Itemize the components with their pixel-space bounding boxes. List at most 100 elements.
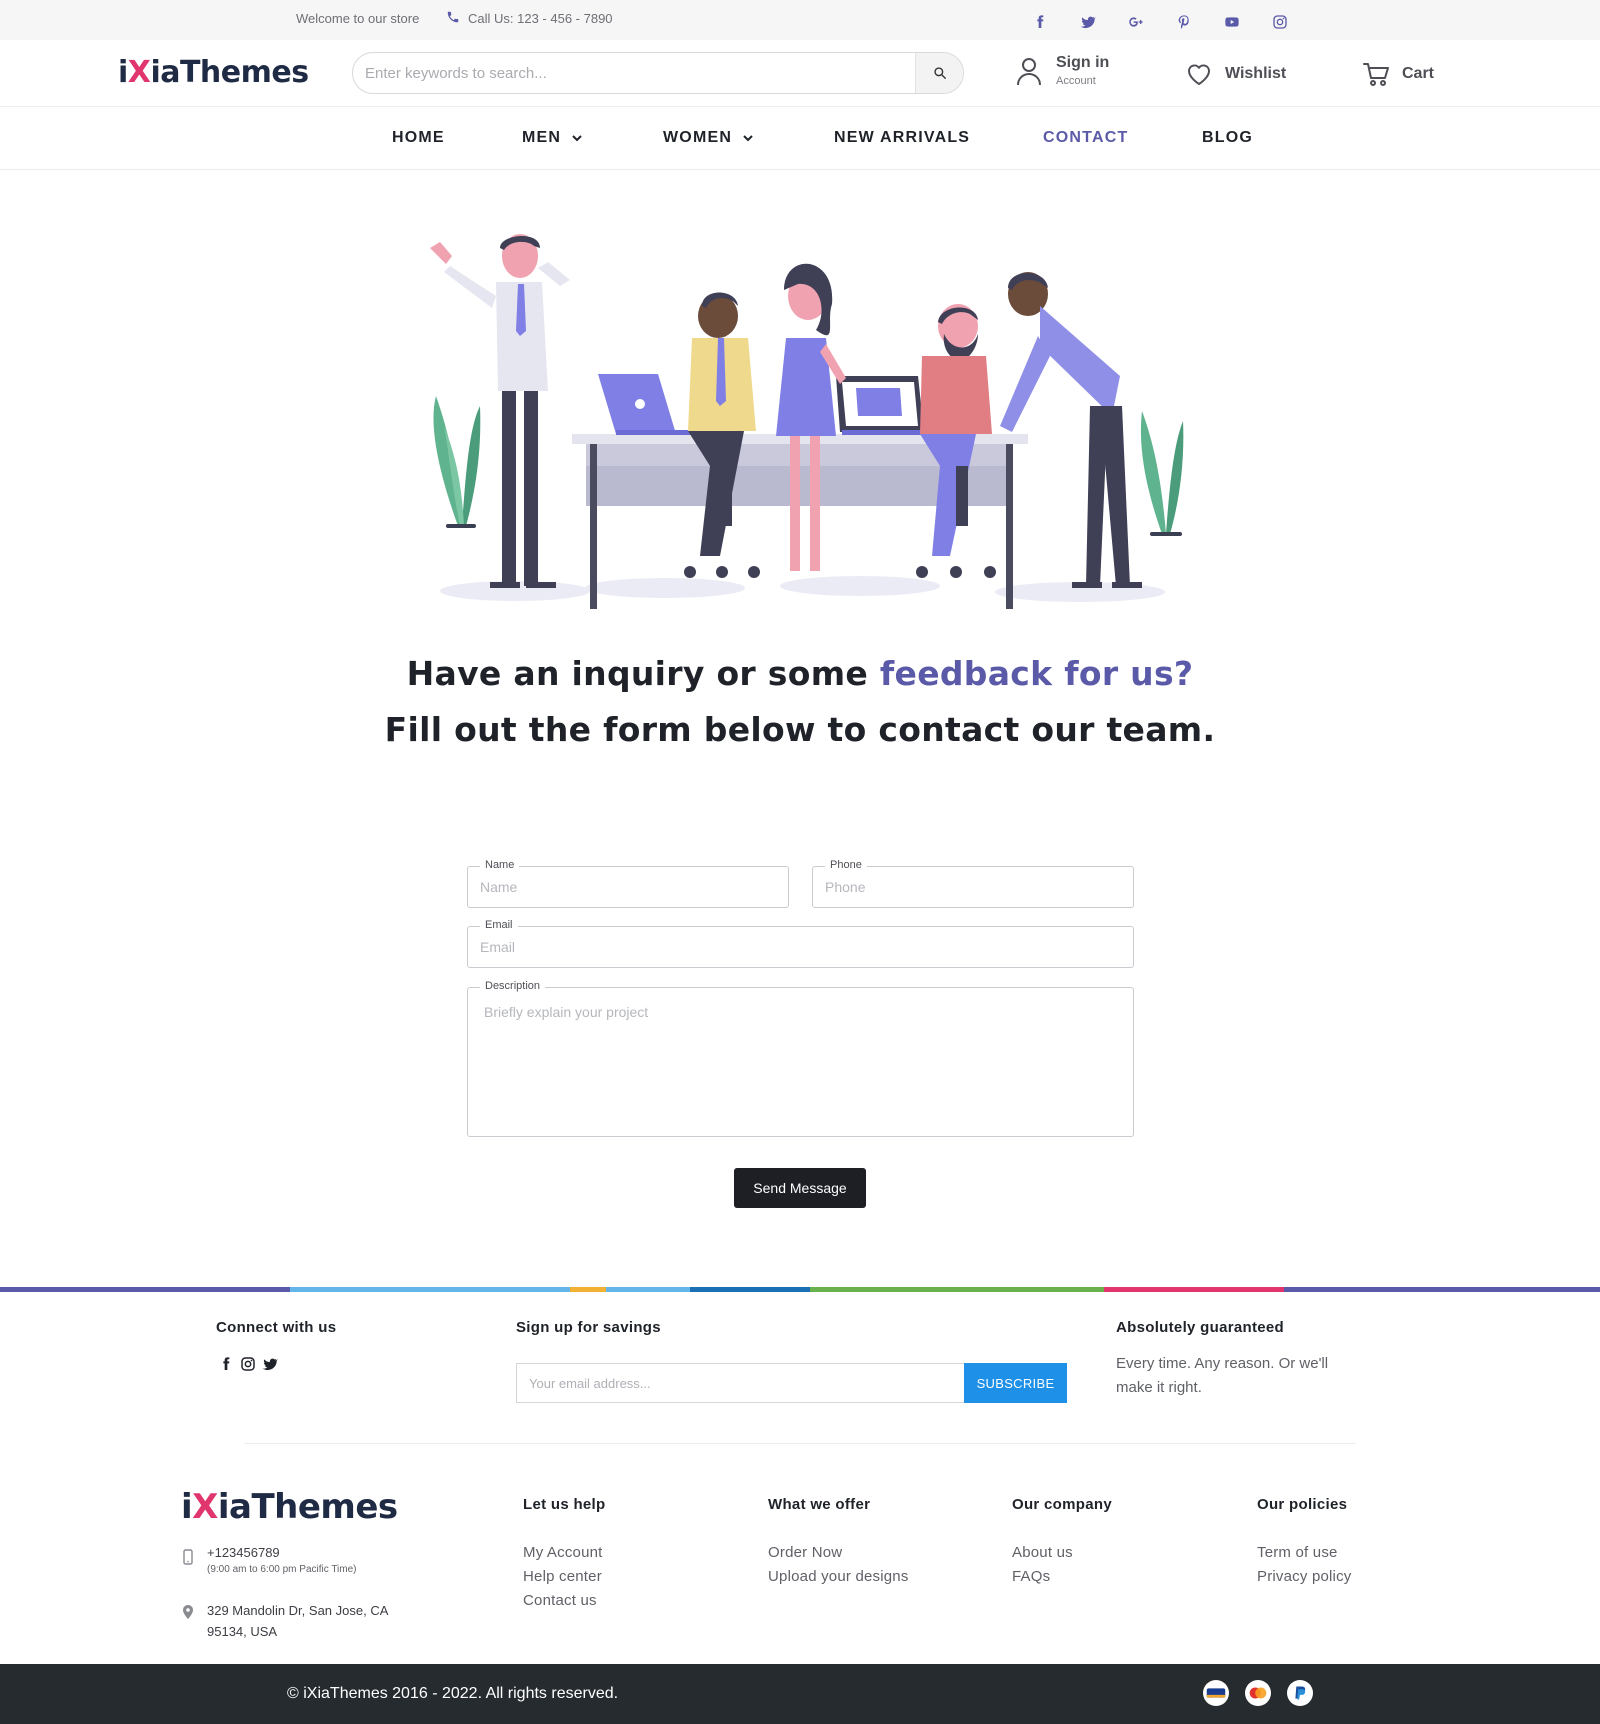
cart-icon: [1363, 63, 1389, 86]
chevron-down-icon: [743, 135, 753, 142]
user-icon: [1017, 57, 1041, 85]
nav-label: CONTACT: [1043, 129, 1129, 146]
phone-number: +123456789: [207, 1545, 280, 1560]
hero-line-1: Have an inquiry or some feedback for us?: [0, 654, 1600, 693]
heart-icon: [1187, 64, 1211, 85]
guarantee-text: Every time. Any reason. Or we'll make it…: [1116, 1355, 1329, 1396]
bottom-bar: © iXiaThemes 2016 - 2022. All rights res…: [0, 1664, 1600, 1724]
send-message-button[interactable]: Send Message: [734, 1168, 866, 1208]
business-hours: (9:00 am to 6:00 pm Pacific Time): [207, 1564, 357, 1575]
name-field: Name: [467, 859, 789, 908]
header: iXiaThemes Sign in Account Wishlist Cart: [0, 40, 1600, 106]
footer-social-links: [218, 1356, 278, 1377]
google-plus-icon[interactable]: [1126, 12, 1146, 32]
logo-x: X: [127, 55, 151, 90]
paypal-icon: [1287, 1680, 1313, 1706]
cart-button[interactable]: Cart: [1362, 60, 1434, 88]
welcome-text: Welcome to our store: [296, 11, 420, 26]
email-input[interactable]: [468, 927, 1133, 967]
footer-col-heading: What we offer: [768, 1496, 871, 1513]
nav-item-contact[interactable]: CONTACT: [1043, 129, 1128, 147]
footer-color-bar: [0, 1287, 1600, 1292]
hero-line-1-text: Have an inquiry or some: [406, 654, 880, 693]
connect-heading: Connect with us: [216, 1319, 337, 1336]
footer-link-order-now[interactable]: Order Now: [768, 1541, 909, 1565]
name-label: Name: [480, 859, 520, 871]
instagram-icon[interactable]: [240, 1356, 256, 1377]
nav-item-blog[interactable]: BLOG: [1202, 129, 1253, 147]
cart-label: Cart: [1402, 65, 1435, 82]
search-bar: [352, 52, 964, 94]
account-label: Account: [1056, 75, 1096, 87]
top-bar: Welcome to our store Call Us: 123 - 456 …: [0, 0, 1600, 40]
phone-icon: [446, 10, 460, 27]
instagram-icon[interactable]: [1270, 12, 1290, 32]
youtube-icon[interactable]: [1222, 12, 1242, 32]
facebook-icon[interactable]: [218, 1356, 234, 1377]
phone-input[interactable]: [813, 867, 1133, 907]
address-line-2: 95134, USA: [207, 1624, 278, 1639]
description-label: Description: [480, 980, 546, 992]
twitter-icon[interactable]: [1078, 12, 1098, 32]
footer-divider: [244, 1443, 1356, 1444]
footer-col-company: Our company About us FAQs: [1012, 1496, 1112, 1589]
facebook-icon[interactable]: [1030, 12, 1050, 32]
hero-line-1-accent: feedback for us?: [879, 654, 1194, 693]
phone-field: Phone: [812, 859, 1134, 908]
footer-link-help-center[interactable]: Help center: [523, 1565, 605, 1589]
hero-line-2: Fill out the form below to contact our t…: [384, 710, 1216, 749]
nav-label: WOMEN: [663, 129, 733, 146]
search-input[interactable]: [353, 53, 915, 93]
nav-label: BLOG: [1202, 129, 1254, 146]
newsletter-email-input[interactable]: [516, 1363, 964, 1403]
nav-item-new-arrivals[interactable]: NEW ARRIVALS: [834, 129, 970, 147]
wishlist-label: Wishlist: [1225, 65, 1287, 82]
logo-rest: iaThemes: [217, 1487, 398, 1527]
phone-label: Phone: [825, 859, 867, 871]
signup-heading: Sign up for savings: [516, 1319, 661, 1336]
footer-col-heading: Let us help: [523, 1496, 606, 1513]
nav-item-home[interactable]: HOME: [392, 129, 445, 147]
twitter-icon[interactable]: [262, 1356, 278, 1377]
search-button[interactable]: [915, 53, 963, 93]
nav-item-men[interactable]: MEN: [522, 129, 583, 147]
footer-col-policies: Our policies Term of use Privacy policy: [1257, 1496, 1352, 1589]
footer-link-terms[interactable]: Term of use: [1257, 1541, 1352, 1565]
logo[interactable]: iXiaThemes: [118, 55, 309, 90]
footer-address: 329 Mandolin Dr, San Jose, CA 95134, USA: [181, 1600, 388, 1642]
nav-label: MEN: [522, 129, 562, 146]
logo-x: X: [192, 1487, 218, 1527]
nav-label: NEW ARRIVALS: [834, 129, 971, 146]
footer-link-about-us[interactable]: About us: [1012, 1541, 1112, 1565]
footer-link-faqs[interactable]: FAQs: [1012, 1565, 1112, 1589]
subscribe-button[interactable]: SUBSCRIBE: [964, 1363, 1067, 1403]
footer-logo[interactable]: iXiaThemes: [181, 1487, 398, 1527]
social-links: [1030, 12, 1290, 32]
call-us: Call Us: 123 - 456 - 7890: [446, 10, 613, 27]
logo-prefix: i: [181, 1487, 193, 1527]
search-icon: [933, 67, 946, 79]
location-pin-icon: [183, 1605, 193, 1619]
sign-in-button[interactable]: Sign in Account: [1014, 54, 1109, 87]
pinterest-icon[interactable]: [1174, 12, 1194, 32]
address-line-1: 329 Mandolin Dr, San Jose, CA: [207, 1603, 389, 1618]
main-nav: HOME MEN WOMEN NEW ARRIVALS CONTACT BLOG: [0, 106, 1600, 170]
footer-link-privacy[interactable]: Privacy policy: [1257, 1565, 1352, 1589]
chevron-down-icon: [572, 135, 582, 142]
logo-prefix: i: [118, 55, 128, 90]
footer-link-upload-designs[interactable]: Upload your designs: [768, 1565, 909, 1589]
name-input[interactable]: [468, 867, 788, 907]
footer-link-my-account[interactable]: My Account: [523, 1541, 605, 1565]
footer-col-offer: What we offer Order Now Upload your desi…: [768, 1496, 909, 1589]
nav-item-women[interactable]: WOMEN: [663, 129, 754, 147]
description-input[interactable]: [468, 988, 1133, 1136]
description-field: Description: [467, 980, 1134, 1137]
call-us-text: Call Us: 123 - 456 - 7890: [468, 11, 613, 26]
sign-in-label: Sign in: [1056, 54, 1110, 71]
mastercard-icon: [1245, 1680, 1271, 1706]
footer-col-heading: Our policies: [1257, 1496, 1348, 1513]
team-illustration: [430, 234, 1184, 609]
visa-icon: [1203, 1680, 1229, 1706]
footer-link-contact-us[interactable]: Contact us: [523, 1589, 605, 1613]
wishlist-button[interactable]: Wishlist: [1185, 60, 1286, 88]
